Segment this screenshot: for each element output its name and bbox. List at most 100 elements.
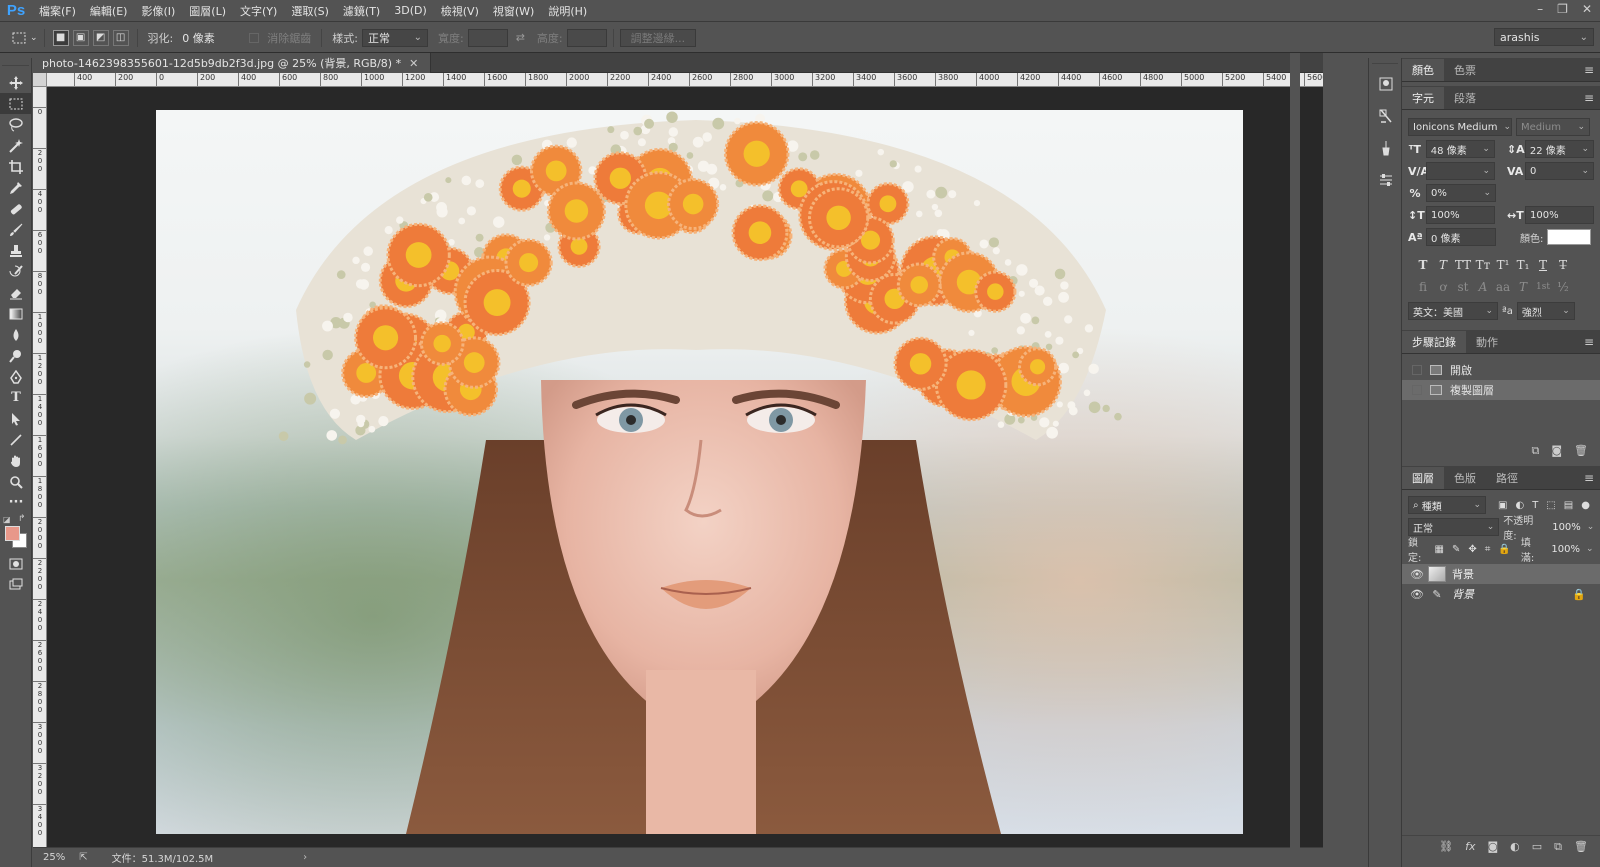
path-selection-tool-icon[interactable] — [0, 408, 32, 429]
discretionary-ligatures-button[interactable]: st — [1454, 280, 1472, 294]
height-input[interactable] — [566, 28, 607, 47]
ordinals-button[interactable]: 1st — [1534, 282, 1552, 292]
swash-button[interactable]: A — [1474, 280, 1492, 294]
delete-layer-icon[interactable]: 🗑 — [1574, 840, 1588, 853]
healing-brush-tool-icon[interactable] — [0, 198, 32, 219]
brush-settings-icon[interactable] — [1369, 132, 1403, 164]
minimize-icon[interactable]: – — [1537, 2, 1543, 16]
vertical-ruler[interactable]: 0 200 400 600 800 1000 1200 1400 1600 1800 2000 220… — [33, 87, 47, 847]
add-selection-icon[interactable]: ▣ — [72, 29, 89, 46]
swap-colors-icon[interactable]: ↱ — [18, 514, 26, 524]
layer-name[interactable]: 背景 — [1452, 566, 1474, 582]
lock-artboard-icon[interactable]: ⌗ — [1485, 544, 1491, 555]
fill-input[interactable]: 100% — [1547, 540, 1594, 558]
menu-select[interactable]: 選取(S) — [284, 3, 336, 19]
dodge-tool-icon[interactable] — [0, 345, 32, 366]
swap-icon[interactable]: ⇄ — [516, 31, 525, 44]
file-info[interactable]: 文件：51.3M/102.5M — [112, 850, 214, 865]
gradient-tool-icon[interactable] — [0, 303, 32, 324]
antialias-select[interactable]: 強烈 — [1516, 302, 1575, 320]
layer-filter-select[interactable]: ⌕ 種類 — [1408, 496, 1486, 514]
eraser-tool-icon[interactable] — [0, 282, 32, 303]
lock-pixels-icon[interactable]: ✎ — [1452, 544, 1460, 555]
hand-tool-icon[interactable] — [0, 450, 32, 471]
layers-panel-menu-icon[interactable]: ≡ — [1584, 471, 1594, 485]
leading-input[interactable]: 22 像素 — [1524, 140, 1595, 158]
feather-input[interactable]: 0 像素 — [177, 29, 233, 47]
kerning-input[interactable] — [1426, 162, 1495, 180]
antialias-checkbox[interactable] — [249, 32, 260, 43]
tracking-input[interactable]: 0 — [1525, 162, 1594, 180]
brush-tool-icon[interactable] — [0, 219, 32, 240]
document-image[interactable] — [156, 110, 1243, 834]
eyedropper-tool-icon[interactable] — [0, 177, 32, 198]
all-caps-button[interactable]: TT — [1454, 258, 1472, 272]
workspace-select[interactable]: arashis — [1494, 28, 1594, 46]
filter-adjustment-icon[interactable]: ◐ — [1515, 500, 1524, 511]
glyph-panel-icon[interactable] — [1369, 100, 1403, 132]
filter-pixel-icon[interactable]: ▣ — [1498, 500, 1507, 511]
snapshot-icon[interactable]: ◙ — [1551, 444, 1562, 458]
menu-image[interactable]: 影像(I) — [134, 3, 182, 19]
history-brush-tool-icon[interactable] — [0, 261, 32, 282]
default-colors-icon[interactable]: ◪ — [3, 515, 11, 524]
share-icon[interactable]: ⇱ — [79, 852, 87, 863]
menu-type[interactable]: 文字(Y) — [233, 3, 284, 19]
tab-layers[interactable]: 圖層 — [1402, 467, 1444, 489]
history-item[interactable]: 複製圖層 — [1402, 380, 1600, 400]
fractions-button[interactable]: ½ — [1554, 280, 1572, 294]
tab-actions[interactable]: 動作 — [1466, 331, 1508, 353]
menu-filter[interactable]: 濾鏡(T) — [336, 3, 387, 19]
zoom-level[interactable]: 25% — [43, 852, 65, 863]
new-selection-icon[interactable]: ■ — [52, 29, 69, 46]
quick-mask-icon[interactable] — [0, 553, 32, 574]
ruler-origin[interactable] — [33, 73, 47, 87]
opacity-input[interactable]: 100% — [1548, 518, 1594, 536]
text-color-swatch[interactable] — [1547, 229, 1592, 245]
vertical-scrollbar[interactable] — [1290, 53, 1300, 867]
close-document-icon[interactable]: ✕ — [409, 57, 418, 70]
restore-icon[interactable]: ❐ — [1557, 2, 1568, 16]
style-select[interactable]: 正常 — [361, 28, 428, 47]
close-icon[interactable]: ✕ — [1582, 2, 1592, 16]
canvas-area[interactable] — [48, 88, 1323, 847]
lock-transparent-icon[interactable]: ▦ — [1435, 544, 1444, 555]
horizontal-ruler[interactable]: 400 200 0 200 400 600 800 1000 1200 1400 1600 1800 2… — [47, 73, 1323, 87]
tab-paths[interactable]: 路徑 — [1486, 467, 1528, 489]
history-source-box[interactable] — [1412, 385, 1422, 395]
pen-tool-icon[interactable] — [0, 366, 32, 387]
tab-channels[interactable]: 色版 — [1444, 467, 1486, 489]
small-caps-button[interactable]: Tт — [1474, 258, 1492, 272]
layer-row[interactable]: 👁 ✎ 背景 🔒 — [1402, 584, 1600, 604]
menu-view[interactable]: 檢視(V) — [434, 3, 486, 19]
subtract-selection-icon[interactable]: ◩ — [92, 29, 109, 46]
layer-mask-icon[interactable]: ◙ — [1487, 840, 1498, 853]
width-input[interactable] — [467, 28, 508, 47]
visibility-eye-icon[interactable]: 👁 — [1410, 588, 1424, 601]
delete-state-icon[interactable]: 🗑 — [1574, 444, 1588, 458]
filter-toggle-icon[interactable]: ● — [1581, 500, 1590, 511]
old-style-button[interactable]: ơ — [1434, 280, 1452, 294]
screen-mode-icon[interactable] — [0, 574, 32, 595]
vertical-scale-input[interactable]: 100% — [1426, 206, 1495, 224]
menu-3d[interactable]: 3D(D) — [387, 4, 434, 17]
adjustments-panel-icon[interactable] — [1369, 164, 1403, 196]
marquee-preset-icon[interactable]: ⌄ — [12, 31, 38, 45]
layer-style-icon[interactable]: fx — [1465, 840, 1475, 853]
horizontal-scale-input[interactable]: 100% — [1525, 206, 1594, 224]
history-item[interactable]: 開啟 — [1402, 360, 1600, 380]
layer-row[interactable]: 👁 背景 — [1402, 564, 1600, 584]
info-panel-icon[interactable] — [1369, 68, 1403, 100]
filter-smart-object-icon[interactable]: ▤ — [1564, 500, 1573, 511]
more-tools-icon[interactable]: ··· — [0, 492, 32, 513]
refine-edge-button[interactable]: 調整邊緣... — [619, 28, 697, 47]
tab-swatches[interactable]: 色票 — [1444, 59, 1486, 81]
move-tool-icon[interactable] — [0, 72, 32, 93]
tsume-input[interactable]: 0% — [1426, 184, 1496, 202]
menu-layer[interactable]: 圖層(L) — [182, 3, 233, 19]
zoom-tool-icon[interactable] — [0, 471, 32, 492]
layer-name[interactable]: 背景 — [1452, 586, 1474, 602]
font-style-select[interactable]: Medium — [1516, 118, 1590, 136]
font-family-select[interactable]: Ionicons Medium — [1408, 118, 1512, 136]
line-tool-icon[interactable] — [0, 429, 32, 450]
